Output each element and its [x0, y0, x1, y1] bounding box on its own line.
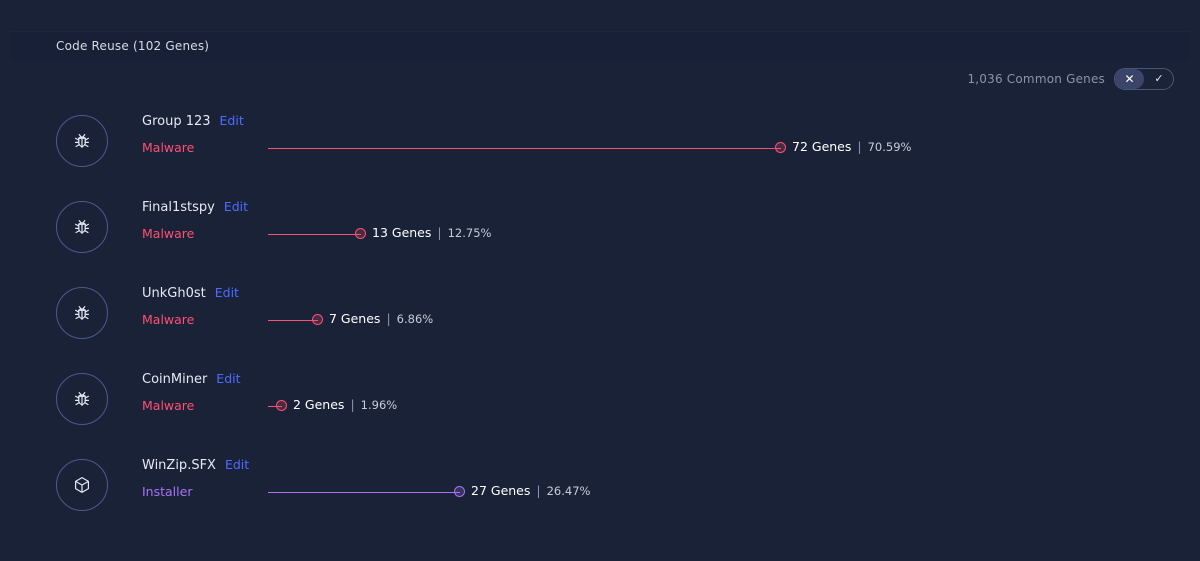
hide-common-genes-button[interactable]: ✕ [1115, 69, 1144, 89]
item-category: Malware [142, 226, 195, 241]
item-name: Final1stspy [142, 200, 215, 215]
edit-link[interactable]: Edit [224, 199, 248, 214]
gene-stat: 13 Genes | 12.75% [372, 225, 492, 240]
gene-stat: 2 Genes | 1.96% [293, 397, 398, 412]
gene-count-value: 27 Genes [471, 483, 531, 498]
bug-icon [71, 130, 93, 152]
bug-icon [71, 302, 93, 324]
list-item: WinZip.SFX Edit Installer 27 Genes | 26.47% [0, 457, 1200, 545]
common-genes-label: 1,036 Common Genes [967, 72, 1105, 86]
gene-bar-handle [355, 228, 366, 239]
gene-bar [268, 234, 361, 235]
gene-percent: 70.59% [867, 140, 912, 154]
gene-count-value: 13 Genes [372, 225, 432, 240]
section-header: Code Reuse (102 Genes) [10, 31, 1190, 61]
package-icon [71, 474, 93, 496]
edit-link[interactable]: Edit [215, 285, 239, 300]
item-icon-circle [56, 459, 108, 511]
show-common-genes-button[interactable]: ✓ [1145, 69, 1173, 89]
item-icon-circle [56, 201, 108, 253]
item-icon-circle [56, 373, 108, 425]
gene-bar-handle [775, 142, 786, 153]
gene-stat: 7 Genes | 6.86% [329, 311, 434, 326]
item-icon-circle [56, 115, 108, 167]
gene-percent: 1.96% [360, 398, 398, 412]
gene-percent: 12.75% [447, 226, 492, 240]
gene-bar-handle [312, 314, 323, 325]
gene-count-value: 72 Genes [792, 139, 852, 154]
bug-icon [71, 388, 93, 410]
list-item: Final1stspy Edit Malware 13 Genes | 12.75% [0, 199, 1200, 287]
edit-link[interactable]: Edit [216, 371, 240, 386]
section-title: Code Reuse (102 Genes) [56, 39, 209, 53]
gene-bar [268, 148, 781, 149]
item-category: Malware [142, 312, 195, 327]
gene-bar [268, 320, 318, 321]
common-genes-toggle[interactable]: ✕ ✓ [1114, 68, 1174, 90]
gene-stat: 72 Genes | 70.59% [792, 139, 912, 154]
item-category: Malware [142, 398, 195, 413]
gene-bar [268, 492, 460, 493]
gene-count-value: 2 Genes [293, 397, 345, 412]
gene-count-value: 7 Genes [329, 311, 381, 326]
item-name: UnkGh0st [142, 286, 206, 301]
gene-bar-handle [454, 486, 465, 497]
gene-stat: 27 Genes | 26.47% [471, 483, 591, 498]
section-title-text: Code Reuse [56, 39, 129, 53]
list-item: UnkGh0st Edit Malware 7 Genes | 6.86% [0, 285, 1200, 373]
gene-percent: 26.47% [546, 484, 591, 498]
item-name: WinZip.SFX [142, 458, 216, 473]
gene-percent: 6.86% [396, 312, 434, 326]
item-icon-circle [56, 287, 108, 339]
list-item: CoinMiner Edit Malware 2 Genes | 1.96% [0, 371, 1200, 459]
item-name: CoinMiner [142, 372, 208, 387]
item-category: Installer [142, 484, 193, 499]
item-name: Group 123 [142, 114, 211, 129]
gene-count: (102 Genes) [132, 39, 210, 53]
bug-icon [71, 216, 93, 238]
gene-bar-handle [276, 400, 287, 411]
list-item: Group 123 Edit Malware 72 Genes | 70.59% [0, 113, 1200, 201]
item-category: Malware [142, 140, 195, 155]
edit-link[interactable]: Edit [225, 457, 249, 472]
edit-link[interactable]: Edit [220, 113, 244, 128]
